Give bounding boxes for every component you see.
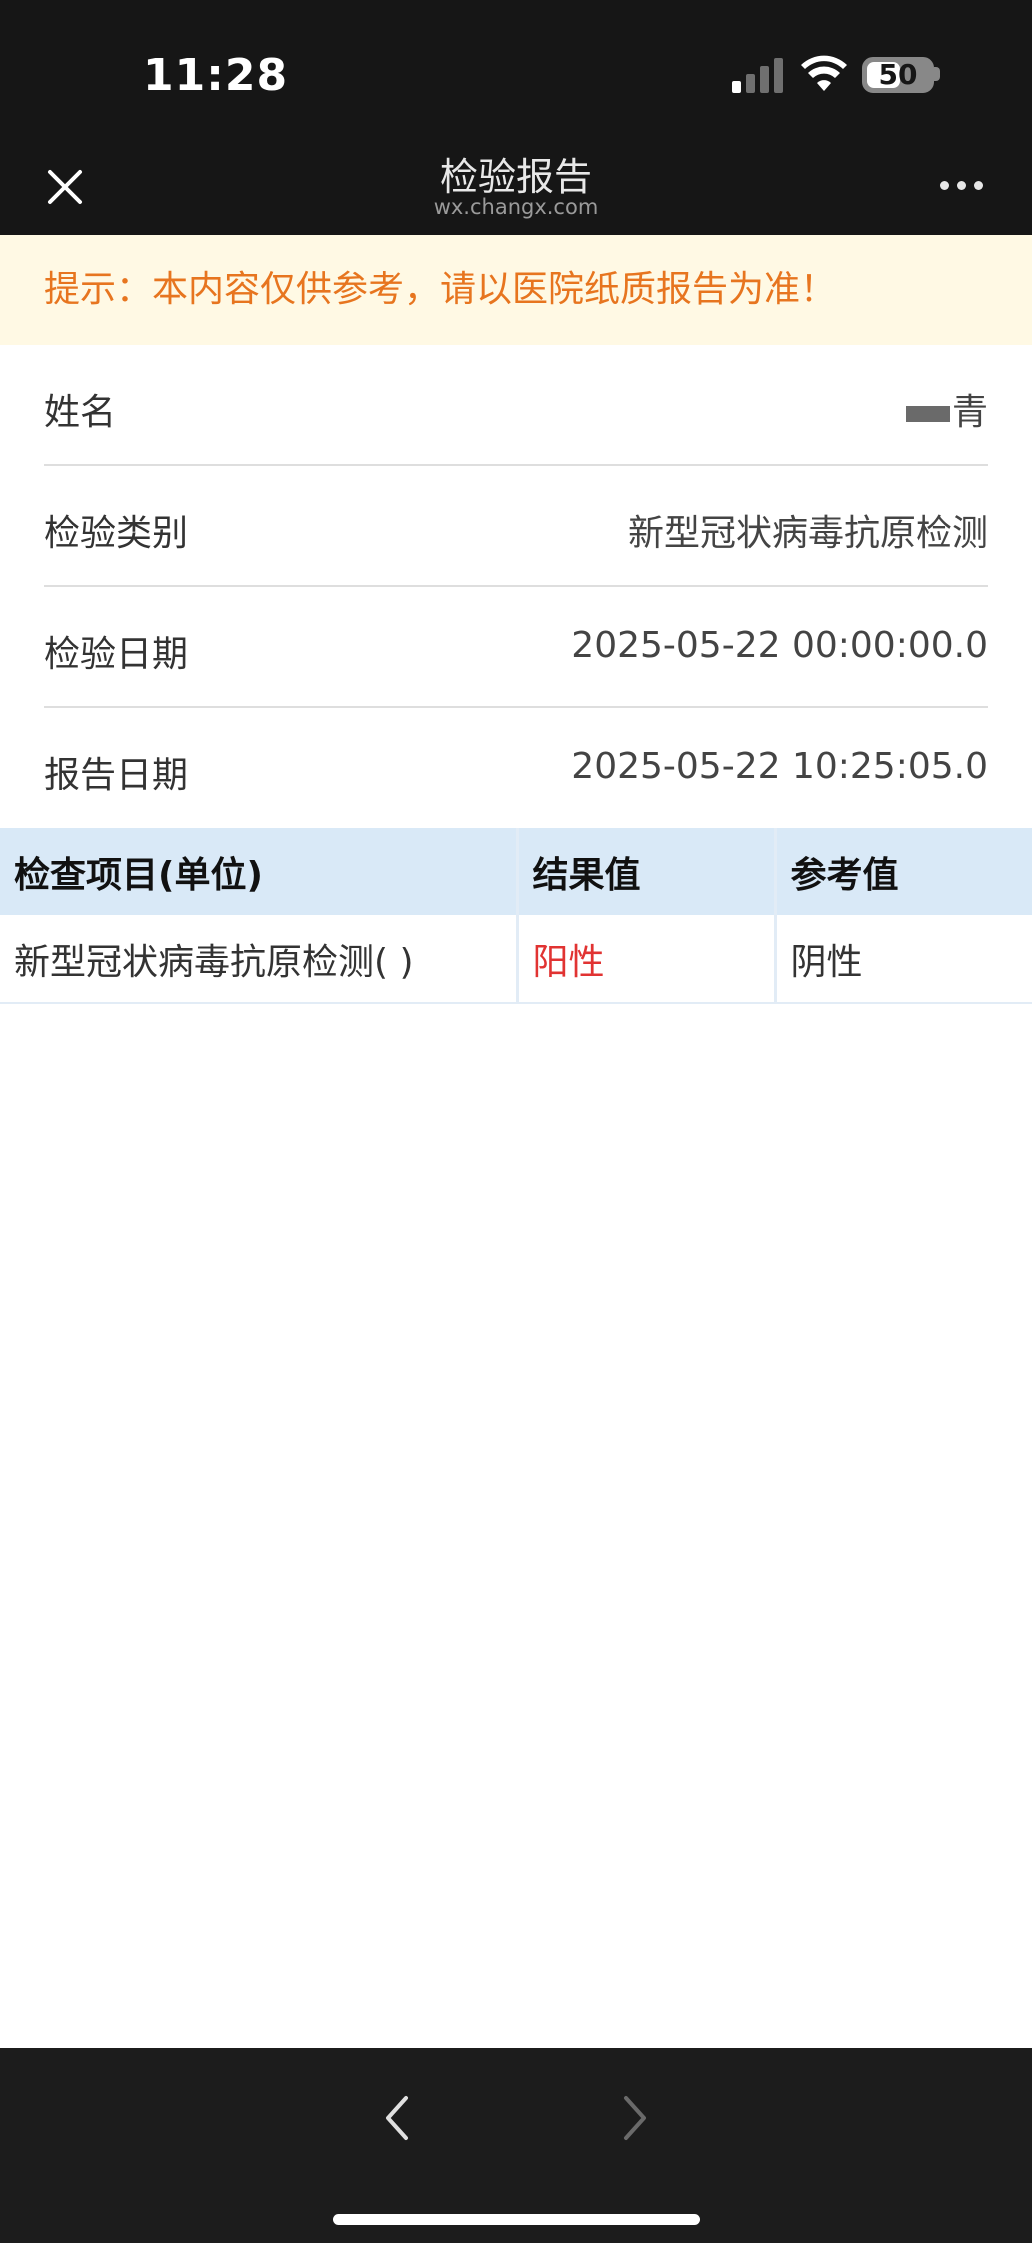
info-value: 青 <box>951 392 988 433</box>
info-row-test-type: 检验类别 新型冠状病毒抗原检测 <box>44 466 988 587</box>
status-time: 11:28 <box>143 50 289 101</box>
info-value: 2025-05-22 00:00:00.0 <box>571 625 988 666</box>
nav-bar: 检验报告 wx.changx.com <box>0 140 1032 235</box>
notice-banner: 提示：本内容仅供参考，请以医院纸质报告为准！ <box>0 235 1032 345</box>
column-header-reference: 参考值 <box>773 828 1032 915</box>
column-header-result: 结果值 <box>515 828 775 915</box>
table-header-row: 检查项目(单位) 结果值 参考值 <box>0 828 1032 915</box>
info-row-test-date: 检验日期 2025-05-22 00:00:00.0 <box>44 587 988 708</box>
browser-toolbar <box>0 2048 1032 2243</box>
forward-arrow-icon[interactable] <box>614 2090 654 2146</box>
battery-level: 50 <box>878 58 918 91</box>
info-label: 检验类别 <box>44 513 189 554</box>
battery-icon: 50 <box>862 57 934 93</box>
cell-item: 新型冠状病毒抗原检测( ) <box>0 915 517 1004</box>
cell-reference: 阴性 <box>773 915 1032 1004</box>
home-indicator[interactable] <box>333 2214 700 2225</box>
info-label: 姓名 <box>44 392 117 433</box>
page-title: 检验报告 <box>439 155 592 199</box>
more-options-icon[interactable] <box>940 175 992 199</box>
wifi-icon <box>801 55 847 91</box>
back-arrow-icon[interactable] <box>378 2090 418 2146</box>
info-row-name: 姓名 青 <box>44 345 988 466</box>
table-row: 新型冠状病毒抗原检测( ) 阳性 阴性 <box>0 915 1032 1004</box>
info-label: 检验日期 <box>44 634 189 675</box>
info-value: 新型冠状病毒抗原检测 <box>627 513 988 554</box>
redacted-mark <box>905 406 950 422</box>
cell-result: 阳性 <box>515 915 775 1004</box>
info-label: 报告日期 <box>44 755 189 796</box>
status-bar: 11:28 50 <box>0 0 1032 140</box>
page-domain: wx.changx.com <box>433 195 599 219</box>
cellular-signal-icon <box>732 58 783 93</box>
results-table: 检查项目(单位) 结果值 参考值 新型冠状病毒抗原检测( ) 阳性 阴性 <box>0 828 1032 1004</box>
info-value: 2025-05-22 10:25:05.0 <box>571 746 988 787</box>
info-row-report-date: 报告日期 2025-05-22 10:25:05.0 <box>44 708 988 829</box>
column-header-item: 检查项目(单位) <box>0 828 517 915</box>
